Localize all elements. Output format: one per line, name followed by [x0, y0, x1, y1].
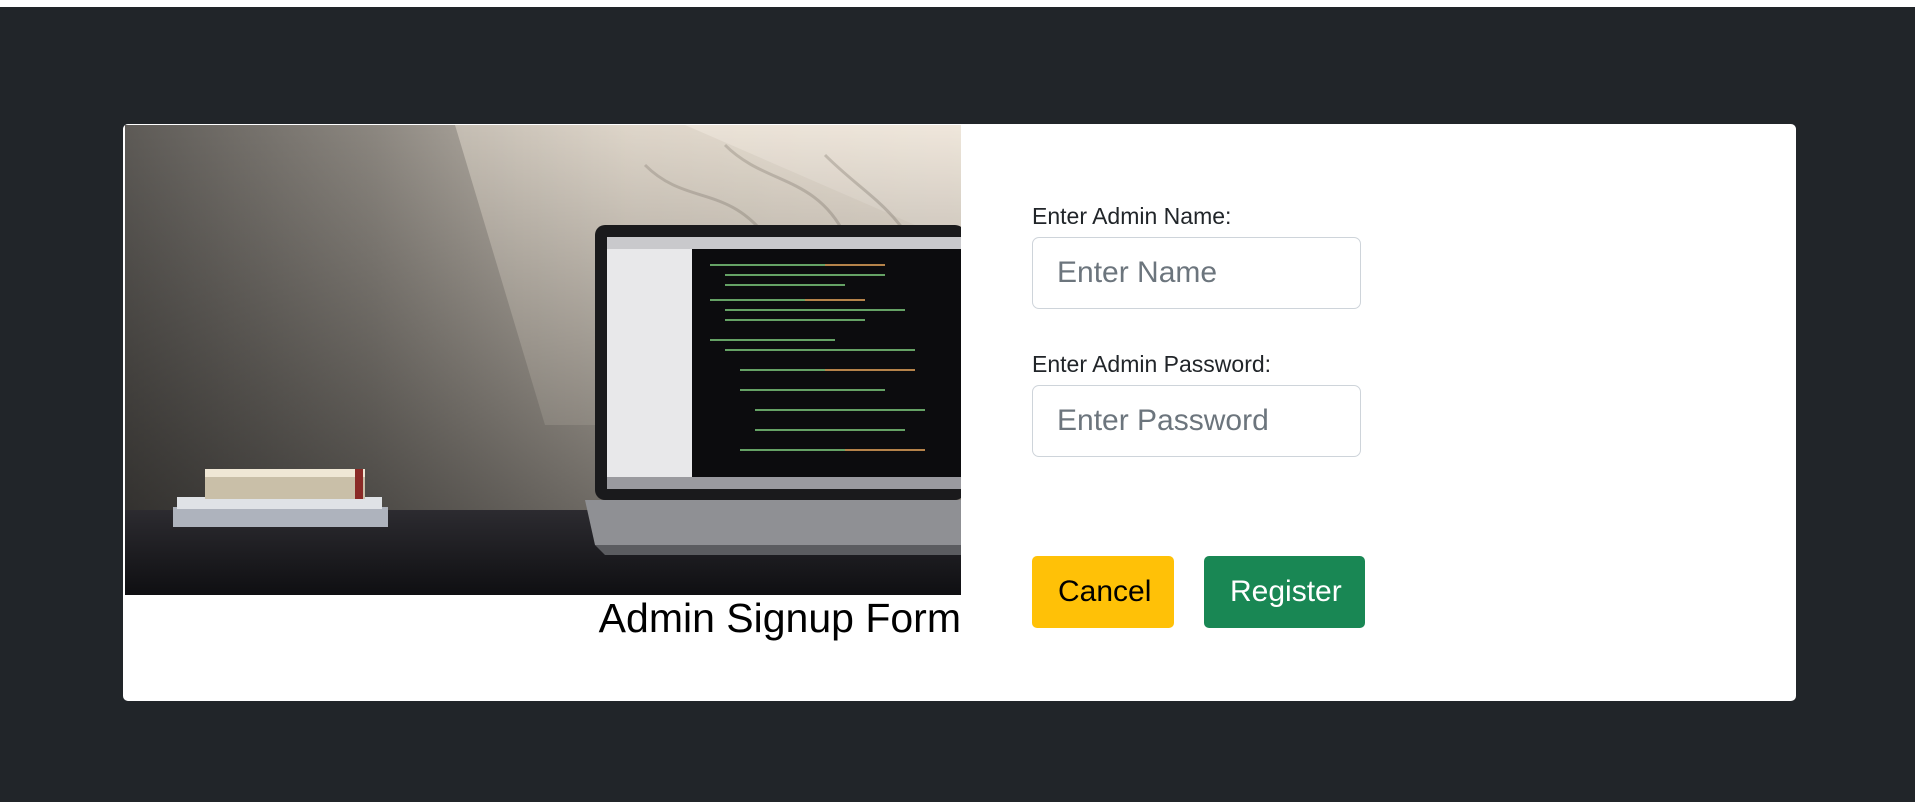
admin-password-label: Enter Admin Password:: [1032, 351, 1272, 377]
form-actions: Cancel Register: [1032, 556, 1365, 628]
admin-password-input[interactable]: [1032, 385, 1361, 457]
page-title: Admin Signup Form: [598, 595, 961, 641]
laptop: [585, 225, 961, 555]
hero-image: [125, 125, 961, 595]
password-field-group: Enter Admin Password:: [1032, 347, 1452, 457]
cancel-button[interactable]: Cancel: [1032, 556, 1174, 628]
register-button[interactable]: Register: [1204, 556, 1365, 628]
signup-form: Enter Admin Name: Enter Admin Password:: [1032, 199, 1452, 457]
name-field-group: Enter Admin Name:: [1032, 199, 1452, 309]
admin-name-label: Enter Admin Name:: [1032, 203, 1232, 229]
signup-card: Admin Signup Form Enter Admin Name: Ente…: [123, 124, 1796, 701]
books: [173, 469, 388, 527]
page-background: Admin Signup Form Enter Admin Name: Ente…: [0, 7, 1915, 802]
admin-name-input[interactable]: [1032, 237, 1361, 309]
